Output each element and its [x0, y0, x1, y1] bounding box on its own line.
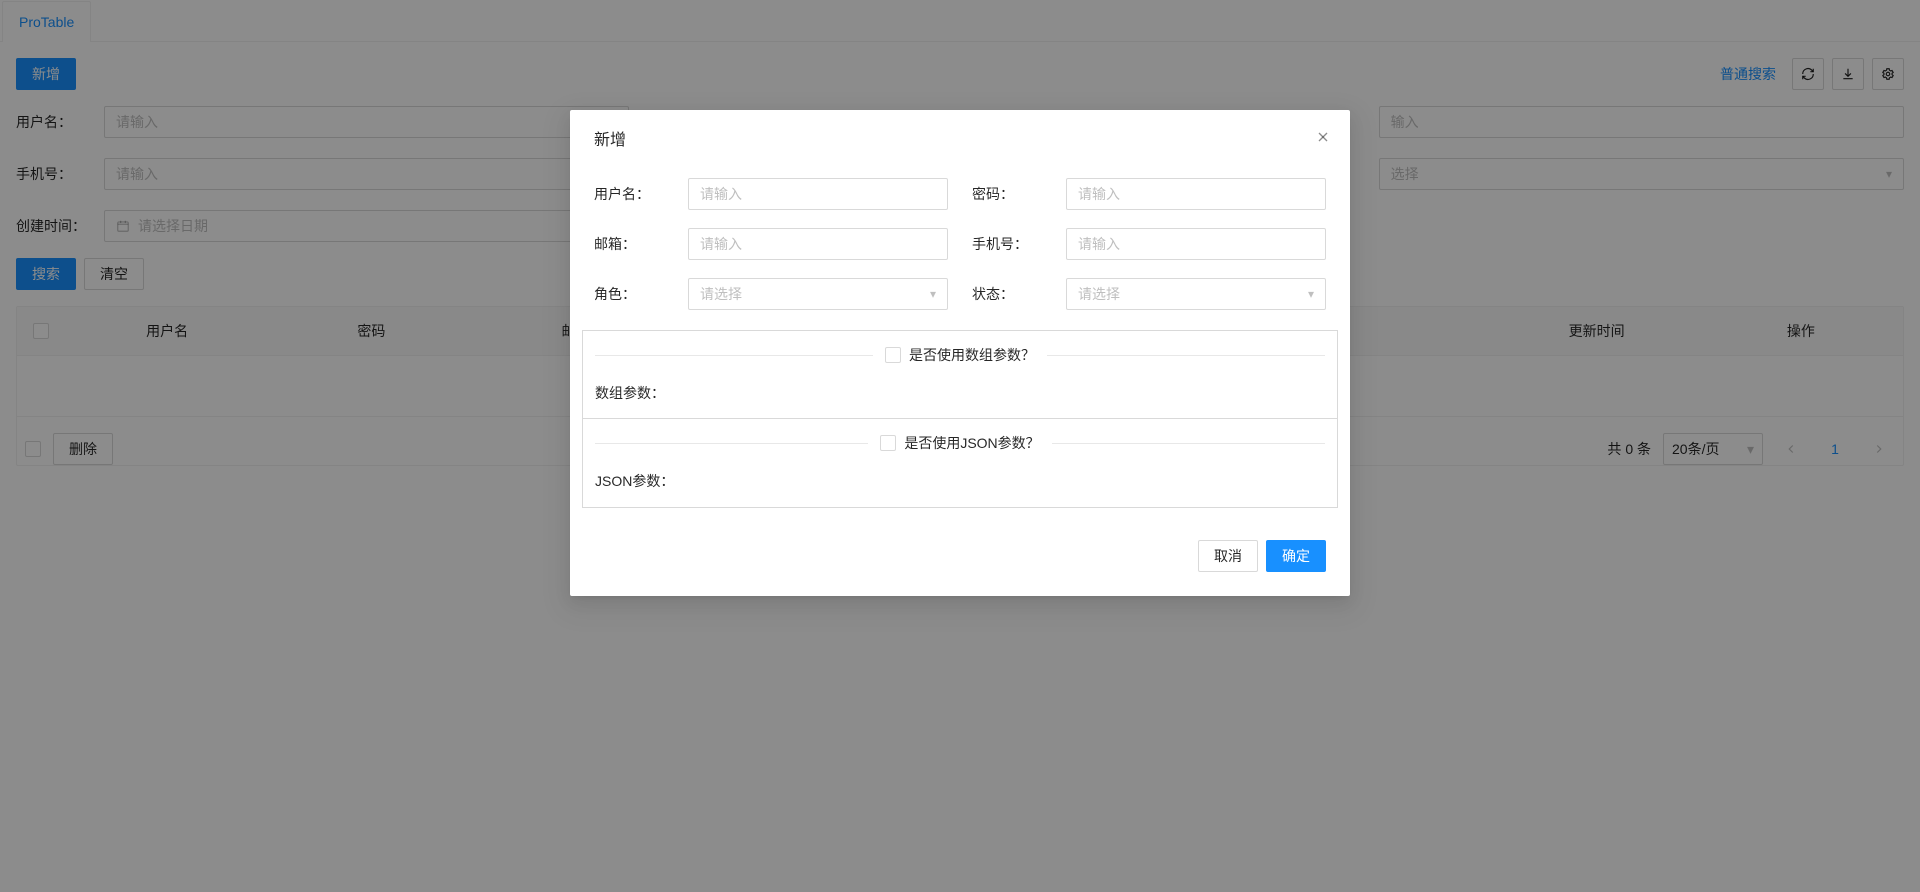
modal-body: 用户名： 密码： 邮箱：	[570, 166, 1350, 516]
divider-json: 是否使用JSON参数？	[595, 433, 1325, 453]
modal-wrap: 新增 用户名： 密码： 邮箱：	[0, 0, 1920, 892]
modal-input-password[interactable]	[1066, 178, 1326, 210]
modal-input-username[interactable]	[688, 178, 948, 210]
label-use-json: 是否使用JSON参数？	[904, 433, 1039, 453]
modal-footer: 取消 确定	[570, 516, 1350, 596]
modal-field-username: 用户名：	[582, 178, 960, 210]
modal-field-phone: 手机号：	[960, 228, 1338, 260]
modal-label-role: 角色：	[594, 284, 688, 304]
modal-form: 用户名： 密码： 邮箱：	[582, 166, 1338, 330]
close-icon	[1315, 129, 1331, 145]
modal-input-phone[interactable]	[1066, 228, 1326, 260]
modal-input-email[interactable]	[688, 228, 948, 260]
modal-select-status[interactable]: 请选择 ▾	[1066, 278, 1326, 310]
label-use-array: 是否使用数组参数？	[909, 345, 1035, 365]
fieldset-json-params: 是否使用JSON参数？ JSON参数：	[582, 418, 1338, 508]
chevron-down-icon: ▾	[930, 287, 936, 301]
checkbox-use-array[interactable]	[885, 347, 901, 363]
modal-label-email: 邮箱：	[594, 234, 688, 254]
modal-label-status: 状态：	[972, 284, 1066, 304]
modal-close-button[interactable]	[1312, 126, 1334, 148]
modal-label-password: 密码：	[972, 184, 1066, 204]
modal-field-email: 邮箱：	[582, 228, 960, 260]
modal-label-phone: 手机号：	[972, 234, 1066, 254]
array-params-row: 数组参数：	[595, 383, 1325, 403]
cancel-button[interactable]: 取消	[1198, 540, 1258, 572]
label-json-params: JSON参数：	[595, 471, 674, 491]
checkbox-use-json[interactable]	[880, 435, 896, 451]
modal-field-password: 密码：	[960, 178, 1338, 210]
modal-select-role[interactable]: 请选择 ▾	[688, 278, 948, 310]
chevron-down-icon: ▾	[1308, 287, 1314, 301]
modal-field-role: 角色： 请选择 ▾	[582, 278, 960, 310]
fieldset-array-params: 是否使用数组参数？ 数组参数：	[582, 330, 1338, 419]
modal-label-username: 用户名：	[594, 184, 688, 204]
json-params-row: JSON参数：	[595, 471, 1325, 491]
modal-field-status: 状态： 请选择 ▾	[960, 278, 1338, 310]
label-array-params: 数组参数：	[595, 383, 665, 403]
modal-title: 新增	[570, 110, 1350, 166]
ok-button[interactable]: 确定	[1266, 540, 1326, 572]
divider-array: 是否使用数组参数？	[595, 345, 1325, 365]
modal: 新增 用户名： 密码： 邮箱：	[570, 110, 1350, 596]
